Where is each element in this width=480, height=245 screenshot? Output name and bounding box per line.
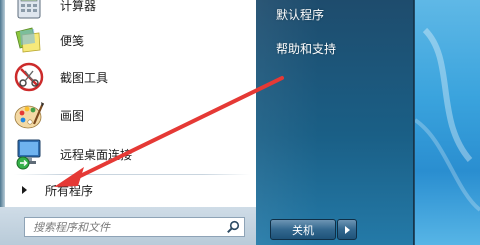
- annotation-arrow: [54, 76, 284, 187]
- arrow-head: [54, 167, 84, 187]
- arrow-shaft: [70, 76, 284, 182]
- start-menu-screenshot: 计算器 便笺 截图工具 画图 远程桌面连接 所有程序 搜索程序和文件 默认程序 …: [0, 0, 480, 245]
